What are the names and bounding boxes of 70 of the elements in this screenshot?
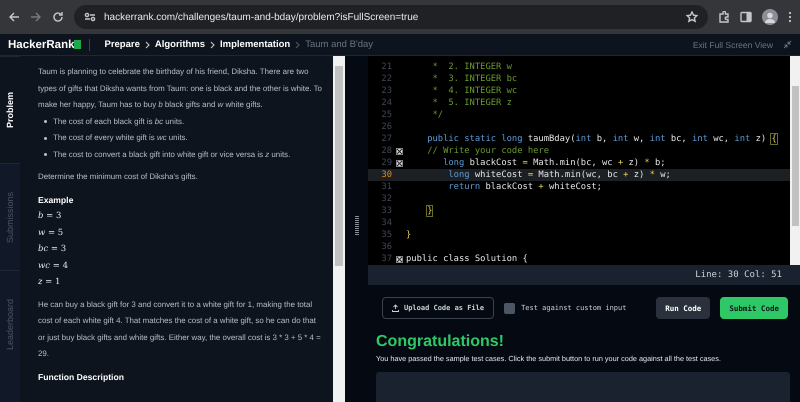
code-line: // Write your code here [426, 145, 549, 157]
code-line: } [406, 229, 412, 241]
exit-full-screen-link[interactable]: Exit Full Screen View [692, 40, 773, 50]
line-number: 28 [380, 145, 393, 157]
code-line: * 5. INTEGER z [431, 97, 512, 109]
url-text: hackerrank.com/challenges/taum-and-bday/problem?isFullScreen=true [104, 12, 420, 22]
line-number: 36 [380, 241, 393, 253]
back-arrow-icon[interactable] [8, 11, 20, 23]
chevron-right-icon [210, 40, 216, 48]
side-tab[interactable]: Problem [0, 56, 20, 163]
code-line: long whiteCost = Math.min(wc, bc + z) * w; [447, 169, 671, 181]
star-icon[interactable] [686, 11, 698, 23]
address-bar[interactable]: hackerrank.com/challenges/taum-and-bday/problem?isFullScreen=true [74, 5, 708, 29]
code-line: */ [431, 109, 444, 121]
line-number: 27 [380, 133, 393, 145]
line-number: 35 [380, 229, 393, 241]
line-number: 37 [380, 253, 393, 265]
chevron-right-icon [295, 40, 300, 48]
forward-arrow-icon[interactable] [30, 11, 42, 23]
reload-icon[interactable] [52, 11, 64, 23]
code-line: } [426, 205, 432, 217]
line-number: 34 [380, 217, 393, 229]
example-equation: z = 1 [38, 276, 62, 289]
breadcrumb-current: Taum and B'day [305, 39, 374, 50]
code-line: long blackCost = Math.min(bc, wc + z) * b; [442, 157, 666, 169]
line-number: 23 [380, 85, 393, 97]
resize-handle[interactable] [355, 216, 359, 236]
line-number: 21 [380, 61, 393, 73]
code-line: public class Solution { [406, 253, 528, 265]
section-heading: Example [38, 194, 74, 207]
scrollbar[interactable] [333, 56, 345, 402]
bullet-icon [44, 153, 47, 156]
code-line: public static long taumBday(int b, int w, int bc, int wc, int z) { [426, 133, 777, 145]
collapse-icon[interactable] [783, 40, 792, 49]
example-equation: b = 3 [38, 210, 62, 223]
code-line: return blackCost + whiteCost; [447, 181, 602, 193]
line-number: 25 [380, 109, 393, 121]
line-number: 22 [380, 73, 393, 85]
code-line: * 4. INTEGER wc [431, 85, 518, 97]
example-equation: w = 5 [38, 226, 64, 240]
line-number: 30 [380, 169, 393, 181]
logo-text[interactable]: HackerRank [8, 38, 74, 50]
line-number: 32 [380, 193, 393, 205]
success-title: Congratulations! [376, 333, 505, 351]
cursor-position: Line: 30 Col: 51 [695, 270, 782, 280]
scrollbar[interactable] [790, 56, 800, 265]
line-number: 33 [380, 205, 393, 217]
side-panel-icon[interactable] [740, 11, 752, 23]
breadcrumb-link[interactable]: Algorithms [154, 39, 206, 50]
line-number: 24 [380, 97, 393, 109]
example-equation: bc = 3 [38, 243, 68, 256]
logo-square-icon [74, 40, 82, 49]
bullet-icon [44, 120, 47, 124]
example-equation: wc = 4 [38, 260, 69, 272]
custom-input-checkbox[interactable] [504, 302, 516, 314]
section-heading: Function Description [38, 370, 125, 384]
chevron-right-icon [144, 40, 150, 48]
more-menu-icon[interactable] [788, 11, 792, 23]
breadcrumb-link[interactable]: Prepare [104, 39, 140, 50]
code-line: * 2. INTEGER w [431, 61, 512, 73]
line-number: 26 [380, 121, 393, 133]
bullet-icon [44, 136, 47, 140]
upload-icon [392, 304, 399, 312]
code-line: * 3. INTEGER bc [431, 73, 518, 85]
avatar-icon[interactable] [762, 9, 778, 25]
breadcrumb-link[interactable]: Implementation [220, 39, 290, 50]
puzzle-piece-icon[interactable] [718, 11, 730, 23]
line-number: 29 [380, 157, 393, 169]
line-number: 31 [380, 181, 393, 193]
site-settings-icon [84, 12, 96, 22]
